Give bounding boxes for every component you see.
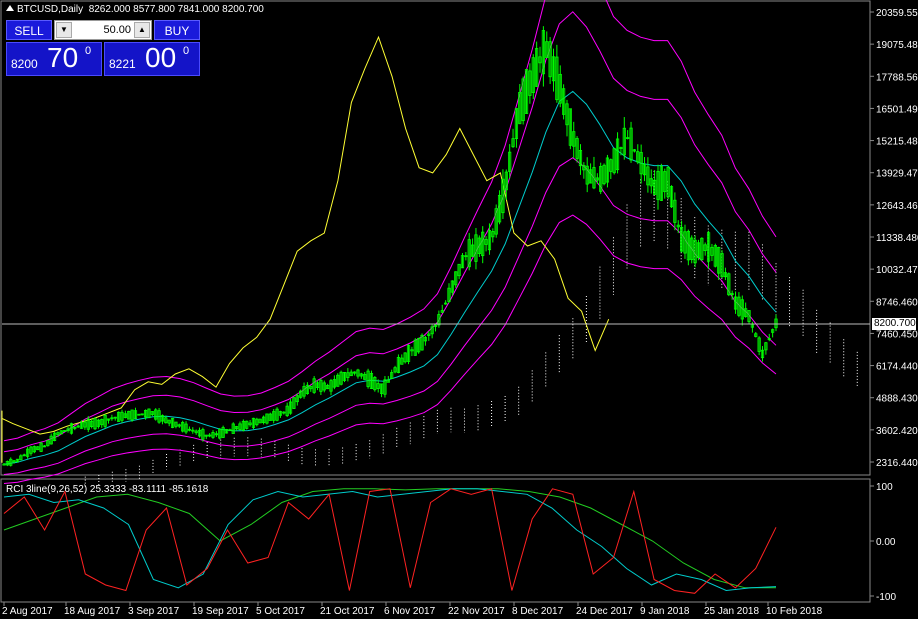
bollinger-lower2-line (3, 214, 777, 484)
price-tick-label: 4888.430 (876, 394, 918, 405)
price-tick-label: 6174.440 (876, 362, 918, 373)
price-tick-label: 17788.560 (876, 72, 918, 83)
rci-long-line (3, 488, 776, 589)
price-tick-label: 3602.420 (876, 426, 918, 437)
price-tick-label: 12643.460 (876, 201, 918, 212)
rci-tick-label: 0.00 (876, 537, 896, 548)
symbol-label: BTCUSD,Daily (17, 4, 84, 15)
rci-tick-label: -100 (876, 592, 896, 603)
price-tick-label: 10032.470 (876, 265, 918, 276)
time-tick-label: 18 Aug 2017 (64, 606, 121, 617)
bid-price-point: 0 (85, 45, 92, 57)
chevron-up-icon[interactable]: ▲ (134, 22, 150, 38)
time-tick-label: 21 Oct 2017 (320, 606, 375, 617)
bid-price-main: 70 (47, 42, 79, 73)
price-tick-label: 11338.480 (876, 233, 918, 244)
ask-price-main: 00 (145, 42, 177, 73)
ask-price-point: 0 (183, 45, 190, 57)
price-tick-label: 19075.480 (876, 40, 918, 51)
time-tick-label: 24 Dec 2017 (576, 606, 633, 617)
lot-size-value[interactable]: 50.00 (73, 21, 133, 39)
time-tick-label: 19 Sep 2017 (192, 606, 249, 617)
time-tick-label: 9 Jan 2018 (640, 606, 690, 617)
ohlc-label: 8262.000 8577.800 7841.000 8200.700 (88, 4, 264, 15)
price-tick-label: 20359.550 (876, 8, 918, 19)
time-tick-label: 8 Dec 2017 (512, 606, 564, 617)
time-tick-label: 25 Jan 2018 (704, 606, 759, 617)
price-tick-label: 8746.460 (876, 297, 918, 308)
buy-button[interactable]: BUY (154, 20, 200, 40)
rci-axis: 100 0.00 -100 (870, 482, 896, 603)
bollinger-lower-line (3, 157, 777, 475)
rci-mid-line (3, 488, 777, 592)
bollinger-upper-line (3, 11, 777, 453)
ask-price-prefix: 8221 (109, 57, 136, 71)
rci-tick-label: 100 (876, 482, 893, 493)
main-panel-frame (0, 0, 871, 603)
rci-short-line (3, 488, 777, 594)
time-tick-label: 6 Nov 2017 (384, 606, 436, 617)
bid-price-button[interactable]: 8200 70 0 (6, 42, 102, 76)
lot-size-field[interactable]: ▼ 50.00 ▲ (54, 20, 152, 40)
candle-body (2, 463, 6, 466)
ask-price-button[interactable]: 8221 00 0 (104, 42, 200, 76)
time-tick-label: 2 Aug 2017 (2, 606, 53, 617)
price-tick-label: 2316.440 (876, 458, 918, 469)
sell-button[interactable]: SELL (6, 20, 52, 40)
chevron-down-icon[interactable]: ▼ (56, 22, 72, 38)
time-tick-label: 10 Feb 2018 (766, 606, 823, 617)
price-tick-label: 15215.480 (876, 137, 918, 148)
price-tick-label: 7460.450 (876, 329, 918, 340)
price-tick-label: 16501.490 (876, 104, 918, 115)
price-tick-label: 13929.470 (876, 169, 918, 180)
time-tick-label: 5 Oct 2017 (256, 606, 305, 617)
time-tick-label: 22 Nov 2017 (448, 606, 505, 617)
collapse-icon[interactable] (6, 5, 14, 11)
candles (2, 26, 778, 467)
bid-price-prefix: 8200 (11, 57, 38, 71)
chart-header: BTCUSD,Daily 8262.000 8577.800 7841.000 … (6, 4, 264, 15)
time-axis: 2 Aug 2017 18 Aug 2017 3 Sep 2017 19 Sep 20… (2, 602, 823, 617)
one-click-trading-panel: SELL ▼ 50.00 ▲ BUY 8200 70 0 8221 00 0 (6, 20, 200, 76)
time-tick-label: 3 Sep 2017 (128, 606, 180, 617)
current-price-tag: 8200.700 (872, 318, 916, 330)
price-axis: 20359.550 19075.480 17788.560 16501.490 1521… (870, 8, 918, 469)
price-chart: 20359.550 19075.480 17788.560 16501.490 1521… (0, 0, 918, 617)
indicator-label: RCI 3line(9,26,52) 25.3333 -83.1111 -85.… (6, 484, 209, 495)
rci-panel (3, 488, 777, 594)
